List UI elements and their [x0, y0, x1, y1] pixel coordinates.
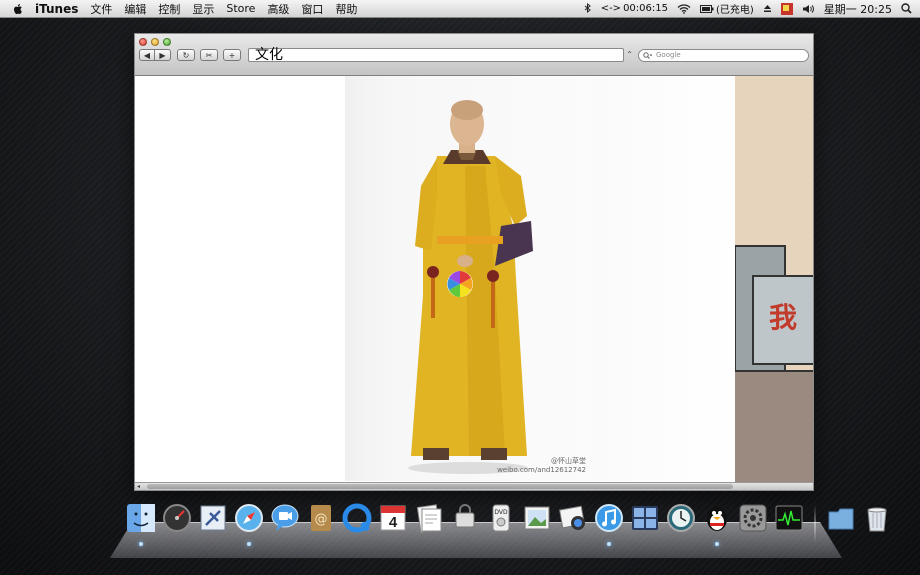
menu-store[interactable]: Store	[226, 2, 255, 15]
cartoon-panel: 我	[735, 76, 813, 482]
svg-text:DVD: DVD	[494, 509, 508, 516]
menu-app-name[interactable]: iTunes	[35, 2, 78, 16]
battery-status[interactable]: (已充电)	[699, 1, 754, 16]
scroll-left-icon[interactable]: ◂	[137, 483, 140, 490]
window-controls	[139, 38, 171, 46]
timer-status[interactable]: <-> 00:06:15	[601, 3, 668, 14]
menu-clock[interactable]: 星期一 20:25	[824, 1, 892, 17]
reload-icon: ↻	[182, 50, 190, 60]
itunes-running-indicator	[607, 542, 611, 546]
snapback-button[interactable]: ✂	[200, 49, 218, 61]
snapback-icon: ✂	[205, 50, 213, 60]
menu-edit[interactable]: 编辑	[124, 1, 146, 17]
photo-watermark: @怀山草堂 weibo.com/and12612742	[497, 457, 586, 475]
iphoto-frame-icon[interactable]	[520, 503, 554, 543]
spotlight-icon[interactable]	[901, 3, 912, 14]
activity-monitor-icon[interactable]	[772, 503, 806, 543]
timer-text: 00:06:15	[623, 3, 668, 14]
forward-button[interactable]: ▶	[155, 49, 171, 61]
mail-icon[interactable]	[196, 503, 230, 543]
trash-icon[interactable]	[860, 503, 894, 543]
finder-icon[interactable]	[124, 503, 158, 546]
documents-folder-icon[interactable]	[824, 503, 858, 543]
scroll-thumb[interactable]	[147, 484, 733, 489]
qq-penguin-icon[interactable]	[700, 503, 734, 546]
dock-separator	[814, 505, 816, 543]
back-button[interactable]: ◀	[139, 49, 155, 61]
menu-view[interactable]: 显示	[192, 1, 214, 17]
input-method-icon[interactable]	[780, 2, 793, 15]
battery-label: (已充电)	[715, 5, 754, 16]
menu-controls[interactable]: 控制	[158, 1, 180, 17]
ical-day-label: 4	[388, 514, 398, 531]
address-dropdown-icon[interactable]: ⌃	[626, 50, 633, 59]
quicktime-icon[interactable]	[340, 503, 374, 543]
page-content: @怀山草堂 weibo.com/and12612742 我	[135, 76, 813, 482]
dock: @ 4 DVD	[124, 503, 894, 546]
search-icon	[643, 51, 652, 59]
menu-window[interactable]: 窗口	[301, 1, 323, 17]
wifi-icon[interactable]	[677, 3, 691, 14]
iphoto-icon[interactable]	[556, 503, 590, 543]
svg-text:@: @	[315, 512, 328, 527]
horizontal-scrollbar[interactable]: ◂	[135, 482, 813, 490]
close-button[interactable]	[139, 38, 147, 46]
itunes-icon[interactable]	[592, 503, 626, 546]
address-book-icon[interactable]: @	[304, 503, 338, 543]
spaces-icon[interactable]	[628, 503, 662, 543]
sync-arrows-icon: <->	[600, 3, 622, 14]
safari-window: ◀ ▶ ↻ ✂ + 文化 ⌃ Google @怀山草堂 weibo.com/an…	[134, 33, 814, 491]
photo-whitespace	[592, 76, 735, 481]
watermark-line2: weibo.com/and12612742	[497, 466, 586, 474]
minimize-button[interactable]	[151, 38, 159, 46]
qq-running-indicator	[715, 542, 719, 546]
eject-icon[interactable]	[763, 4, 772, 13]
menu-extras: <-> 00:06:15 (已充电) 星期一 20:25	[584, 1, 912, 17]
window-toolbar: ◀ ▶ ↻ ✂ + 文化 ⌃ Google	[135, 34, 813, 76]
cartoon-illustration	[735, 76, 813, 482]
preview-icon[interactable]	[412, 503, 446, 543]
system-preferences-icon[interactable]	[736, 503, 770, 543]
dashboard-icon[interactable]	[160, 503, 194, 543]
navigation-toolbar: ◀ ▶ ↻ ✂ + 文化 ⌃ Google	[139, 48, 809, 62]
address-text: 文化	[255, 47, 283, 63]
address-bar[interactable]: 文化 ⌃	[248, 47, 633, 63]
zoom-button[interactable]	[163, 38, 171, 46]
apple-icon[interactable]	[11, 2, 25, 16]
dvd-player-icon[interactable]: DVD	[484, 503, 518, 543]
back-forward-group: ◀ ▶	[139, 49, 171, 61]
keychain-icon[interactable]	[448, 503, 482, 543]
reload-button[interactable]: ↻	[177, 49, 195, 61]
search-placeholder: Google	[656, 51, 681, 59]
volume-icon[interactable]	[802, 4, 815, 14]
menu-bar: iTunes 文件 编辑 控制 显示 Store 高级 窗口 帮助 <-> 00…	[0, 0, 920, 18]
search-field[interactable]: Google	[638, 48, 809, 62]
menu-help[interactable]: 帮助	[335, 1, 357, 17]
add-bookmark-button[interactable]: +	[223, 49, 241, 61]
forward-arrow-icon: ▶	[159, 50, 166, 60]
safari-icon[interactable]	[232, 503, 266, 546]
content-photo: @怀山草堂 weibo.com/and12612742	[345, 76, 592, 481]
back-arrow-icon: ◀	[143, 50, 151, 60]
menu-advanced[interactable]: 高级	[267, 1, 289, 17]
battery-icon	[699, 4, 714, 13]
time-machine-icon[interactable]	[664, 503, 698, 543]
ical-icon[interactable]: 4	[376, 503, 410, 543]
menu-file[interactable]: 文件	[90, 1, 112, 17]
qing-robe-figure	[408, 100, 533, 474]
watermark-line1: @怀山草堂	[551, 457, 586, 465]
bluetooth-icon[interactable]	[584, 3, 592, 14]
finder-running-indicator	[139, 542, 143, 546]
cartoon-text: 我	[769, 301, 798, 334]
safari-running-indicator	[247, 542, 251, 546]
ichat-icon[interactable]	[268, 503, 302, 543]
plus-icon: +	[228, 50, 236, 60]
